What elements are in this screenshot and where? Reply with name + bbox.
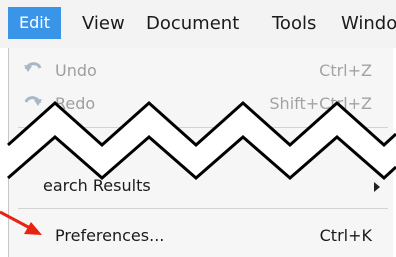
menubar: Edit View Document Tools Windo [0,0,396,48]
menu-item-preferences[interactable]: Preferences... [55,226,164,246]
menu-tools[interactable]: Tools [272,13,316,35]
submenu-arrow-icon [374,182,380,192]
redo-shortcut: Shift+Ctrl+Z [269,94,372,113]
undo-icon [22,58,44,84]
menu-separator [18,208,388,209]
menu-edit[interactable]: Edit [8,7,61,39]
menu-document[interactable]: Document [146,13,239,35]
menu-window[interactable]: Windo [341,13,396,35]
menu-view[interactable]: View [82,13,125,35]
menu-separator [18,127,388,128]
menu-item-search-results[interactable]: earch Results [43,176,151,196]
preferences-shortcut: Ctrl+K [319,226,372,245]
undo-shortcut: Ctrl+Z [319,61,372,80]
menu-item-undo[interactable]: Undo [55,61,97,81]
redo-icon [22,92,44,118]
menu-item-redo[interactable]: Redo [55,94,95,114]
